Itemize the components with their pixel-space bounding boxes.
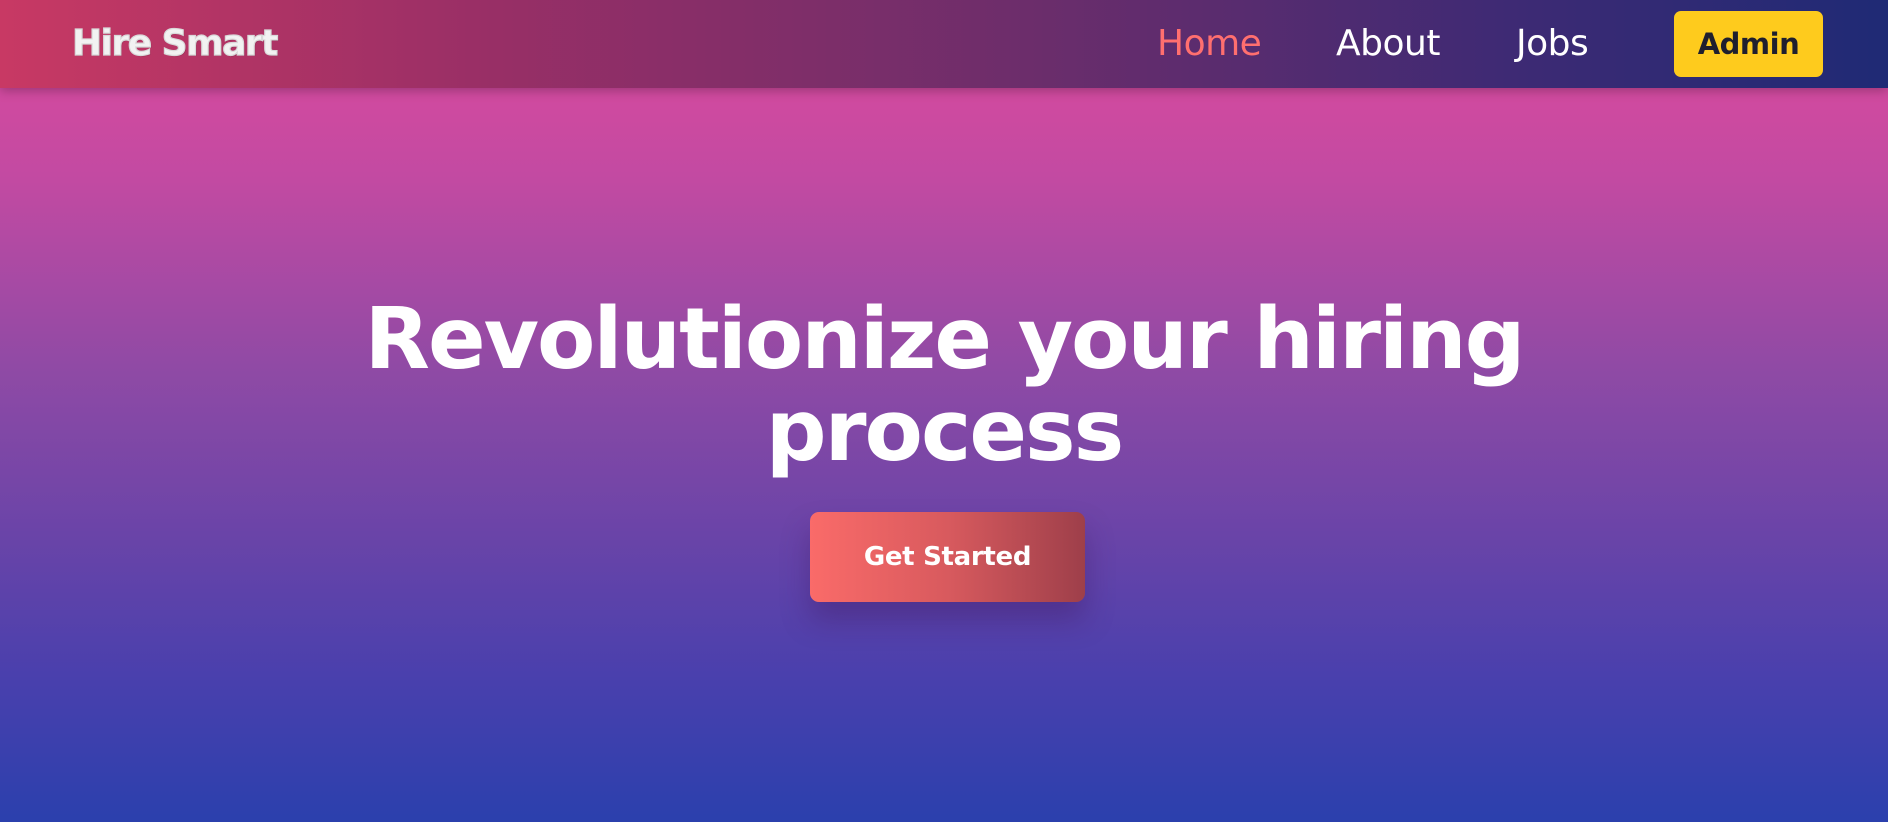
get-started-button[interactable]: Get Started <box>810 512 1085 602</box>
top-navbar: Hire Smart Home About Jobs Admin <box>0 0 1888 88</box>
site-logo[interactable]: Hire Smart <box>71 20 279 68</box>
nav-link-home[interactable]: Home <box>1157 22 1262 66</box>
admin-button[interactable]: Admin <box>1674 11 1823 77</box>
nav-link-jobs[interactable]: Jobs <box>1516 22 1589 66</box>
nav-link-about[interactable]: About <box>1336 22 1440 66</box>
hero-title: Revolutionize your hiring process <box>364 290 1526 481</box>
